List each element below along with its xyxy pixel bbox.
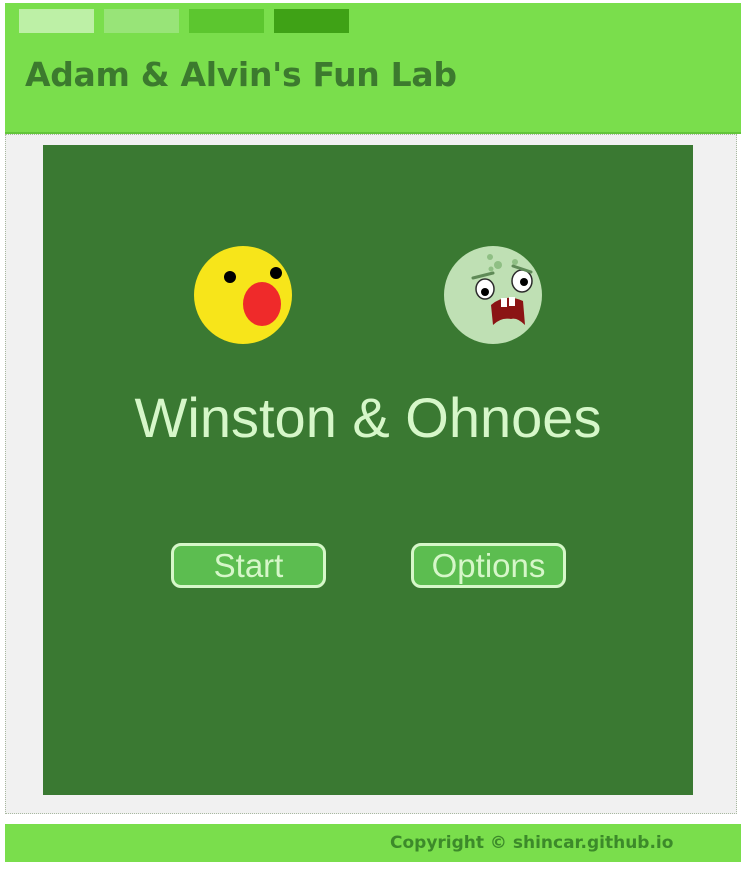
game-title: Winston & Ohnoes	[134, 386, 602, 449]
copyright-text: Copyright © shincar.github.io	[390, 833, 674, 853]
swatch-2[interactable]	[104, 9, 179, 33]
swatch-3[interactable]	[189, 9, 264, 33]
site-footer: Copyright © shincar.github.io	[5, 824, 741, 862]
game-stage: Winston & Ohnoes Start Options	[5, 134, 737, 814]
swatch-4[interactable]	[274, 9, 349, 33]
site-header: Adam & Alvin's Fun Lab	[5, 3, 741, 134]
winston-face-icon	[194, 246, 292, 344]
swatch-1[interactable]	[19, 9, 94, 33]
site-title: Adam & Alvin's Fun Lab	[25, 55, 457, 94]
start-button[interactable]: Start	[171, 543, 326, 588]
options-button[interactable]: Options	[411, 543, 566, 588]
game-canvas[interactable]: Winston & Ohnoes Start Options	[43, 145, 693, 795]
ohnoes-face-icon	[444, 246, 542, 344]
